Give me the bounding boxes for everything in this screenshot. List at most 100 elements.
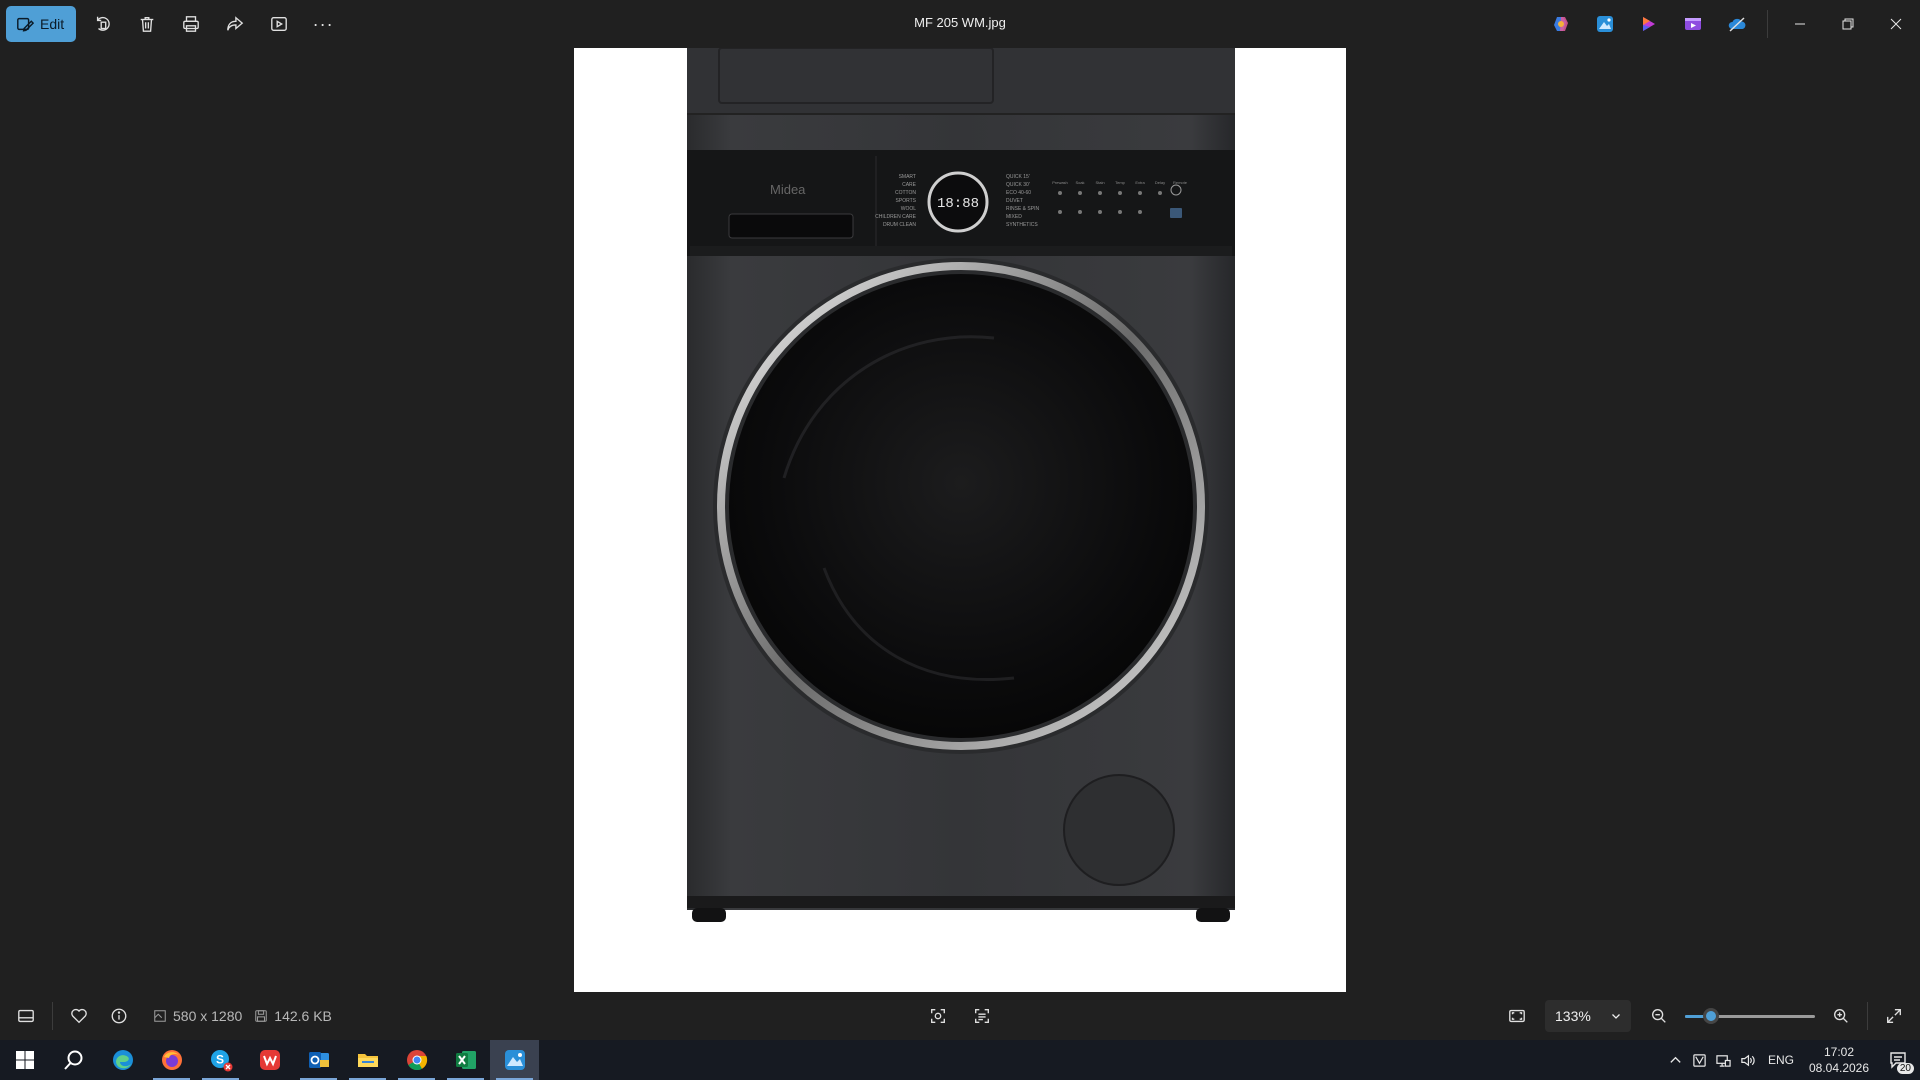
option-dot [1058,210,1062,214]
taskbar-file-explorer[interactable] [343,1040,392,1080]
copilot-icon [1554,17,1568,31]
windows-start-icon [15,1051,34,1069]
file-explorer-icon [357,1054,378,1067]
fit-to-window-button[interactable] [1497,996,1537,1036]
rotate-button[interactable] [86,7,120,41]
slideshow-button[interactable] [262,7,296,41]
toolbar-left: Edit ··· [0,6,340,42]
copilot-button[interactable] [1539,4,1583,44]
program-label: MIXED [1006,214,1022,220]
clipchamp-button[interactable] [1627,4,1671,44]
taskbar-firefox[interactable] [147,1040,196,1080]
show-hidden-icons-button[interactable] [1664,1040,1688,1080]
taskbar-wps-office[interactable] [245,1040,294,1080]
taskbar-excel[interactable] [441,1040,490,1080]
image-canvas[interactable]: Midea SMART CARE COTTON SPORTS WOOL CHIL… [574,48,1346,992]
info-icon [111,1008,127,1024]
program-label: CARE [902,182,917,188]
zoom-slider[interactable] [1685,1006,1815,1026]
skype-icon: S [210,1050,232,1072]
program-label: ECO 40-60 [1006,190,1031,196]
program-label: COTTON [895,190,916,196]
zoom-level-text: 133% [1555,1008,1591,1024]
titlebar-separator [1767,10,1768,38]
onedrive-button[interactable] [1715,4,1759,44]
zoom-slider-thumb[interactable] [1703,1008,1719,1024]
excel-icon [455,1051,476,1069]
filmstrip-button[interactable] [6,996,46,1036]
dimensions-icon [154,1010,166,1022]
edge-icon [112,1050,133,1070]
media-button[interactable] [1671,4,1715,44]
filesize-text: 142.6 KB [274,1008,332,1024]
option-label: Soak [1075,180,1084,185]
chevron-down-icon [1612,1014,1620,1019]
close-button[interactable] [1872,0,1920,48]
program-label: QUICK 15' [1006,174,1030,180]
zoom-out-button[interactable] [1639,996,1679,1036]
media-icon [1685,18,1701,30]
minimize-button[interactable] [1776,0,1824,48]
door-glass [729,274,1193,738]
volume-button[interactable] [1736,1040,1760,1080]
delete-button[interactable] [130,7,164,41]
notification-center-button[interactable]: 20 [1876,1040,1920,1080]
machine-base [687,896,1235,908]
option-label: Stain [1095,180,1104,185]
restore-icon [1842,18,1854,30]
save-disk-icon [255,1010,268,1022]
file-info-button[interactable] [99,996,139,1036]
photos-icon [1597,16,1613,32]
chrome-icon [406,1050,427,1071]
left-foot [692,908,726,922]
taskbar-photos[interactable] [490,1040,539,1080]
clock-time: 17:02 [1823,1045,1855,1059]
favorite-button[interactable] [59,996,99,1036]
input-language-button[interactable]: ENG [1760,1053,1802,1067]
visual-search-button[interactable] [918,996,958,1036]
start-button[interactable] [0,1040,49,1080]
share-icon [227,16,244,31]
photos-editor-button[interactable] [1583,4,1627,44]
network-button[interactable] [1712,1040,1736,1080]
start-pause-button [1170,208,1182,218]
option-dot [1158,191,1162,195]
fullscreen-button[interactable] [1874,996,1914,1036]
option-dot [1098,210,1102,214]
firefox-icon [161,1050,182,1070]
chevron-up-icon [1670,1056,1682,1063]
taskbar-outlook[interactable] [294,1040,343,1080]
more-button[interactable]: ··· [306,7,340,41]
program-label: RINSE & SPIN [1006,206,1039,212]
tray-app-icon [1693,1053,1707,1067]
search-button[interactable] [49,1040,98,1080]
zoom-out-icon [1652,1009,1666,1023]
option-dot [1118,191,1122,195]
zoom-level-dropdown[interactable]: 133% [1545,1000,1631,1032]
taskbar-skype[interactable]: S [196,1040,245,1080]
filmstrip-icon [18,1009,34,1023]
edit-button[interactable]: Edit [6,6,77,42]
zoom-in-button[interactable] [1821,996,1861,1036]
text-scan-button[interactable] [962,996,1002,1036]
bottombar-separator [1867,1002,1868,1030]
option-dot [1078,191,1082,195]
bottombar-separator [52,1002,53,1030]
text-scan-icon [975,1009,989,1023]
share-button[interactable] [218,7,252,41]
search-icon [63,1050,82,1070]
restore-button[interactable] [1824,0,1872,48]
option-dot [1098,191,1102,195]
washing-machine-photo: Midea SMART CARE COTTON SPORTS WOOL CHIL… [687,48,1235,922]
tray-app-button[interactable] [1688,1040,1712,1080]
print-button[interactable] [174,7,208,41]
taskbar-edge[interactable] [98,1040,147,1080]
minimize-icon [1795,23,1805,25]
delete-icon [140,17,154,32]
clock-button[interactable]: 17:02 08.04.2026 [1802,1044,1876,1076]
more-icon: ··· [312,13,334,34]
volume-icon [1741,1054,1756,1066]
taskbar-chrome[interactable] [392,1040,441,1080]
program-label: CHILDREN CARE [875,214,917,220]
option-dot [1118,210,1122,214]
